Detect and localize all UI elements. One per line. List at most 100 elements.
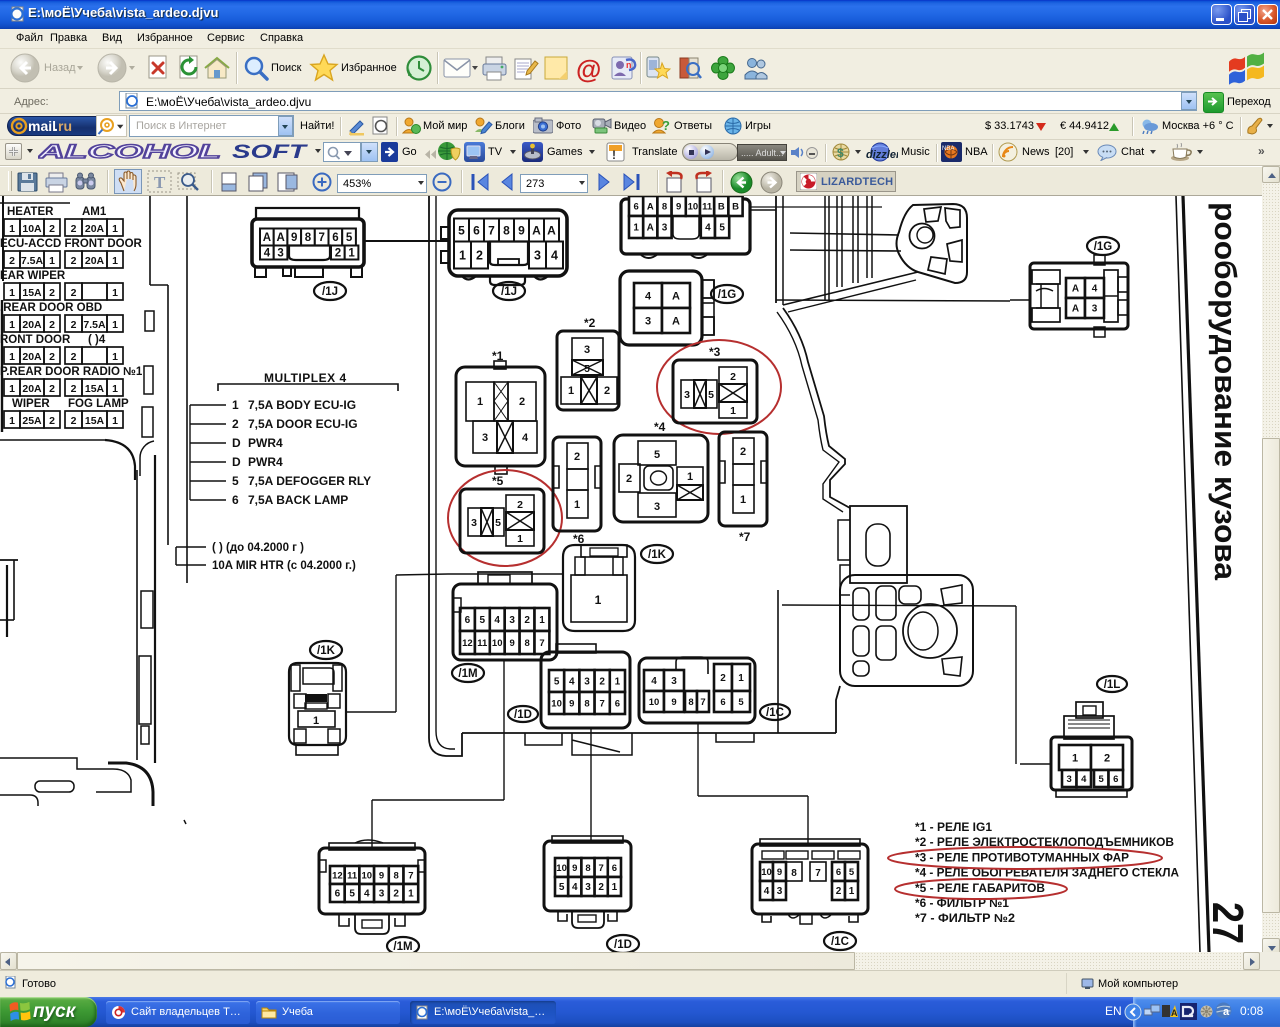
svg-text:8: 8: [585, 863, 590, 874]
svg-text:*7 - ФИЛЬТР №2: *7 - ФИЛЬТР №2: [915, 913, 1015, 925]
svg-text:5: 5: [495, 517, 501, 529]
svg-text:/1L: /1L: [1104, 679, 1121, 691]
svg-text:9: 9: [676, 201, 681, 212]
svg-text:*5: *5: [492, 474, 504, 488]
svg-text:11: 11: [347, 870, 358, 881]
svg-text:2: 2: [71, 287, 77, 299]
svg-text:20A: 20A: [22, 319, 42, 331]
svg-text:7: 7: [318, 232, 324, 244]
svg-text:1: 1: [112, 351, 118, 363]
svg-text:1: 1: [49, 255, 55, 267]
svg-text:1: 1: [615, 677, 621, 688]
svg-text:1: 1: [232, 398, 239, 412]
svg-text:25A: 25A: [22, 415, 42, 427]
svg-text:4: 4: [364, 889, 370, 900]
svg-text:1: 1: [849, 886, 855, 897]
svg-text:ECU-ACCD FRONT DOOR: ECU-ACCD FRONT DOOR: [0, 238, 143, 250]
svg-text:*3 - РЕЛЕ ПРОТИВОТУМАННЫХ ФАР: *3 - РЕЛЕ ПРОТИВОТУМАННЫХ ФАР: [915, 852, 1129, 864]
svg-text:/1J: /1J: [501, 286, 517, 298]
svg-text:4: 4: [1081, 774, 1087, 785]
svg-text:3: 3: [654, 501, 660, 513]
svg-text:4: 4: [572, 882, 578, 893]
svg-text:1: 1: [9, 287, 15, 299]
svg-text:4: 4: [494, 615, 500, 626]
svg-text:ru: ru: [58, 118, 72, 134]
svg-text:8: 8: [305, 232, 312, 244]
svg-text:9: 9: [777, 867, 782, 878]
svg-text:7,5A BACK LAMP: 7,5A BACK LAMP: [248, 493, 348, 507]
svg-text:4: 4: [764, 886, 770, 897]
svg-text:1: 1: [612, 882, 618, 893]
svg-text:10: 10: [761, 867, 772, 878]
svg-text:( ) (до 04.2000 г ): ( ) (до 04.2000 г ): [212, 542, 304, 554]
svg-text:9: 9: [291, 232, 297, 244]
svg-text:4: 4: [1092, 284, 1098, 295]
svg-text:( )4: ( )4: [88, 334, 106, 346]
svg-text:2: 2: [517, 499, 523, 511]
svg-text:T: T: [154, 173, 166, 192]
svg-text:2: 2: [519, 396, 525, 408]
svg-text:15A: 15A: [85, 383, 105, 395]
svg-text:3: 3: [662, 223, 668, 234]
svg-text:12: 12: [332, 870, 343, 881]
svg-text:7: 7: [539, 638, 544, 649]
svg-text:8: 8: [688, 697, 693, 708]
svg-text:/1D: /1D: [614, 939, 632, 951]
svg-text:/1K: /1K: [317, 645, 336, 657]
svg-text:8: 8: [503, 223, 510, 237]
svg-text:/1J: /1J: [322, 286, 338, 298]
svg-text:1: 1: [459, 249, 466, 263]
svg-text:2: 2: [49, 415, 55, 427]
svg-text:2: 2: [598, 882, 604, 893]
svg-text:2: 2: [71, 319, 77, 331]
svg-text:6: 6: [332, 232, 338, 244]
svg-text:2: 2: [71, 223, 77, 235]
svg-text:5: 5: [584, 364, 590, 375]
svg-text:2: 2: [720, 673, 726, 684]
svg-text:/1M: /1M: [458, 668, 477, 680]
svg-text:1: 1: [9, 351, 15, 363]
svg-text:2: 2: [836, 886, 842, 897]
svg-text:3: 3: [645, 316, 651, 328]
svg-text:6: 6: [473, 223, 480, 237]
svg-text:9: 9: [671, 697, 676, 708]
svg-text:1: 1: [595, 593, 602, 607]
svg-text:5: 5: [738, 697, 744, 708]
svg-text:10: 10: [649, 697, 660, 708]
svg-text:10: 10: [688, 201, 699, 212]
svg-text:PWR4: PWR4: [248, 436, 283, 450]
svg-text:8: 8: [791, 868, 797, 879]
svg-text:7: 7: [599, 863, 604, 874]
svg-text:2: 2: [599, 677, 605, 688]
svg-text:2: 2: [49, 351, 55, 363]
svg-text:SOFT: SOFT: [232, 142, 308, 163]
svg-text:7: 7: [408, 870, 413, 881]
svg-text:2: 2: [604, 385, 610, 397]
svg-text:1: 1: [112, 223, 118, 235]
svg-text:/1C: /1C: [831, 936, 849, 948]
svg-text:1: 1: [408, 889, 414, 900]
svg-text:3: 3: [482, 432, 488, 444]
svg-text:9: 9: [379, 870, 384, 881]
svg-text:20A: 20A: [22, 351, 42, 363]
svg-text:FOG LAMP: FOG LAMP: [68, 398, 129, 410]
svg-text:2: 2: [49, 319, 55, 331]
svg-text:2: 2: [49, 287, 55, 299]
svg-text:15A: 15A: [22, 287, 42, 299]
svg-text:A: A: [1171, 1008, 1178, 1018]
svg-text:*1 - РЕЛЕ IG1: *1 - РЕЛЕ IG1: [915, 822, 993, 834]
svg-text:10: 10: [551, 698, 562, 709]
svg-text:5: 5: [346, 232, 353, 244]
svg-text:2: 2: [524, 615, 530, 626]
svg-text:2: 2: [1104, 753, 1110, 765]
svg-text:7.5A: 7.5A: [83, 319, 106, 331]
svg-text:5: 5: [1099, 774, 1105, 785]
svg-text:3: 3: [471, 517, 477, 529]
svg-text:4: 4: [651, 676, 657, 687]
svg-text:8: 8: [662, 201, 667, 212]
svg-text:3: 3: [1067, 774, 1072, 785]
svg-text:*2: *2: [584, 316, 596, 330]
svg-text:A: A: [672, 316, 680, 328]
svg-text:6: 6: [615, 698, 620, 709]
svg-text:*4: *4: [654, 420, 666, 434]
